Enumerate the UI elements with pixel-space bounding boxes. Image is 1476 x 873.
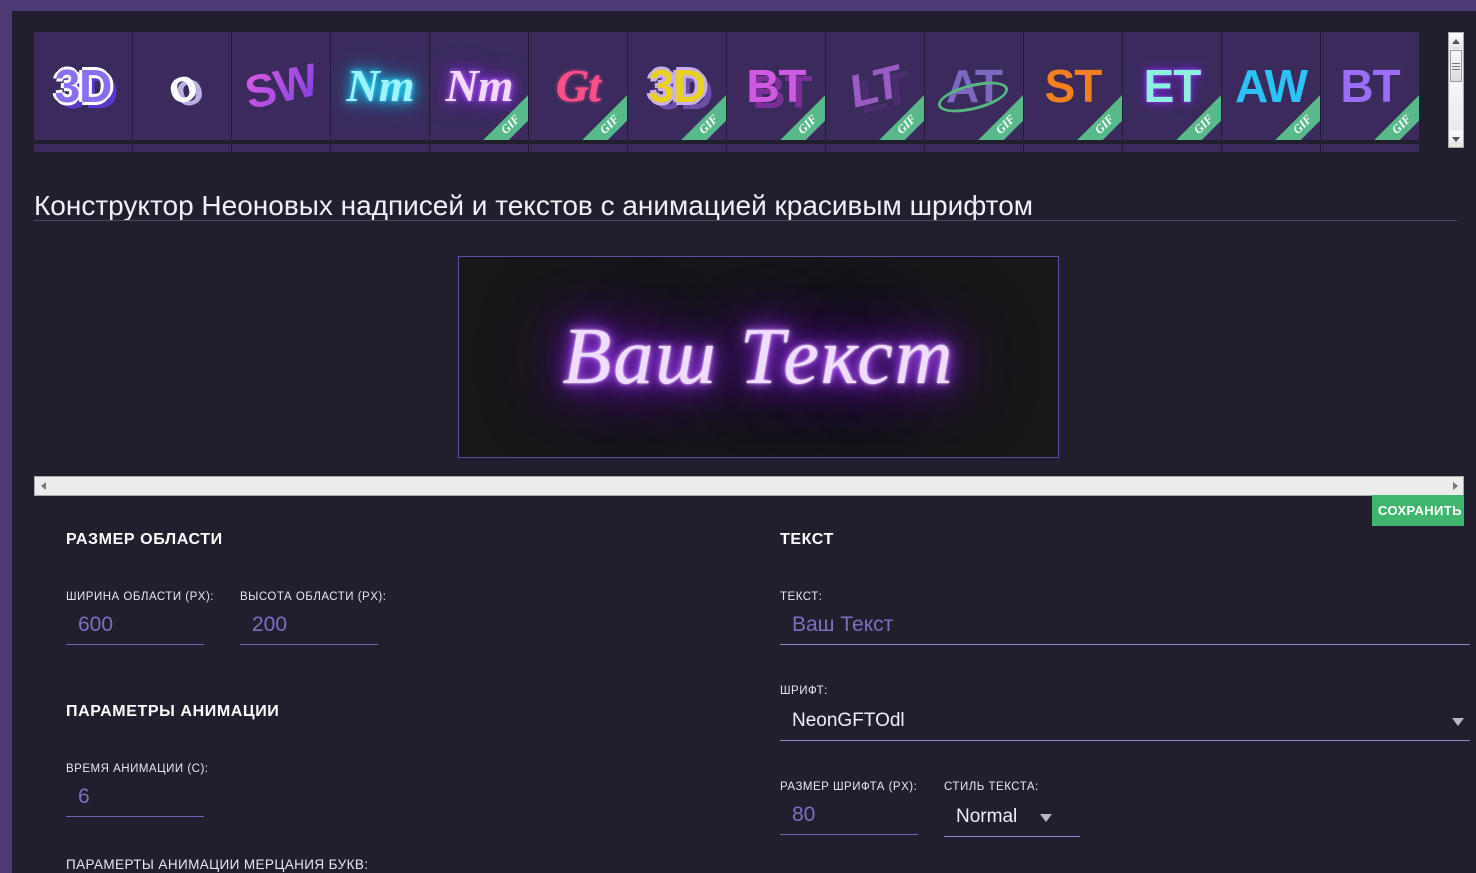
- template-thumbnail[interactable]: [925, 144, 1023, 152]
- triangle-left-icon: [40, 482, 46, 490]
- area-size-heading: РАЗМЕР ОБЛАСТИ: [66, 531, 223, 548]
- template-thumbnail[interactable]: [1123, 144, 1221, 152]
- scrollbar-track[interactable]: [1450, 83, 1462, 130]
- area-height-input[interactable]: [239, 613, 378, 645]
- area-height-label: ВЫСОТА ОБЛАСТИ (PX):: [239, 591, 387, 603]
- template-thumbnail[interactable]: [1024, 144, 1122, 152]
- template-thumbnail-glyph: LT: [847, 53, 903, 119]
- template-thumbnail-glyph: AW: [1234, 60, 1308, 112]
- template-thumbnail[interactable]: ET GIF: [1123, 32, 1221, 140]
- font-size-label: РАЗМЕР ШРИФТА (PX):: [780, 781, 918, 793]
- template-thumbnail[interactable]: 3D: [34, 32, 132, 140]
- grip-icon: [1452, 61, 1460, 72]
- area-width-input[interactable]: [66, 613, 204, 645]
- animation-duration-input[interactable]: [66, 785, 204, 817]
- template-thumbnail-glyph: BT: [746, 60, 806, 112]
- scrollbar-thumb[interactable]: [1450, 50, 1462, 82]
- template-thumbnail[interactable]: AT GIF: [925, 32, 1023, 140]
- animation-duration-label: ВРЕМЯ АНИМАЦИИ (С):: [66, 763, 209, 775]
- template-thumbnail-glyph: 3D: [54, 60, 113, 112]
- animation-heading: ПАРАМЕТРЫ АНИМАЦИИ: [66, 703, 280, 720]
- template-thumbnail[interactable]: [727, 144, 825, 152]
- template-thumbnail[interactable]: 3D GIF: [628, 32, 726, 140]
- template-thumbnail[interactable]: ST GIF: [1024, 32, 1122, 140]
- text-value-input[interactable]: [780, 613, 1470, 645]
- scroll-right-arrow-icon[interactable]: [1447, 477, 1463, 495]
- template-thumbnail-glyph: Gt: [556, 60, 601, 111]
- template-thumbnail[interactable]: Gt GIF: [529, 32, 627, 140]
- template-thumbnail[interactable]: [430, 144, 528, 152]
- template-thumbnail[interactable]: [232, 144, 330, 152]
- template-thumbnail[interactable]: BT GIF: [727, 32, 825, 140]
- font-size-input[interactable]: [780, 803, 918, 835]
- triangle-right-icon: [1452, 482, 1458, 490]
- scroll-up-arrow-icon[interactable]: [1449, 33, 1463, 49]
- title-divider: [34, 220, 1457, 221]
- neon-preview-text: Ваш Текст: [562, 312, 955, 401]
- template-thumbnail[interactable]: [826, 144, 924, 152]
- area-width-field: ШИРИНА ОБЛАСТИ (PX):: [66, 591, 214, 645]
- template-thumbnail[interactable]: Nm GIF: [430, 32, 528, 140]
- template-thumbnail[interactable]: LT GIF: [826, 32, 924, 140]
- template-thumbnail-glyph: BT: [1340, 60, 1400, 112]
- template-thumbnail[interactable]: [529, 144, 627, 152]
- font-select-wrap: NeonGFTOdl: [780, 707, 1470, 741]
- scroll-down-arrow-icon[interactable]: [1449, 131, 1463, 147]
- template-thumbnail[interactable]: [628, 144, 726, 152]
- template-thumbnail[interactable]: [331, 144, 429, 152]
- text-value-label: ТЕКСТ:: [780, 591, 823, 603]
- font-select[interactable]: NeonGFTOdl: [780, 707, 1470, 741]
- text-heading: ТЕКСТ: [780, 531, 834, 548]
- text-value-field: ТЕКСТ:: [780, 591, 1470, 645]
- template-thumbnail-glyph: Nm: [445, 60, 514, 111]
- template-thumbnail[interactable]: [133, 144, 231, 152]
- template-thumbnail-glyph: ET: [1143, 60, 1202, 112]
- template-thumbnail[interactable]: o: [133, 32, 231, 140]
- font-size-style-row: РАЗМЕР ШРИФТА (PX): СТИЛЬ ТЕКСТА: Normal: [780, 781, 1470, 837]
- template-thumbnail-glyph: 3D: [648, 60, 707, 112]
- page-title: Конструктор Неоновых надписей и текстов …: [34, 189, 1034, 221]
- template-thumbnail-glyph: ST: [1044, 60, 1103, 112]
- template-gallery: 3D o SW Nm Nm GIF Gt GIF 3D GIF BT GIF LT GIF AT GIF ST G…: [34, 32, 1464, 152]
- template-gallery-viewport[interactable]: 3D o SW Nm Nm GIF Gt GIF 3D GIF BT GIF LT GIF AT GIF ST G…: [34, 32, 1439, 152]
- area-size-row: ШИРИНА ОБЛАСТИ (PX): ВЫСОТА ОБЛАСТИ (PX)…: [66, 591, 756, 645]
- area-width-label: ШИРИНА ОБЛАСТИ (PX):: [66, 591, 214, 603]
- flicker-animation-label: ПАРАМЕРТЫ АНИМАЦИИ МЕРЦАНИЯ БУКВ:: [66, 857, 369, 872]
- font-size-field: РАЗМЕР ШРИФТА (PX):: [780, 781, 918, 837]
- area-height-field: ВЫСОТА ОБЛАСТИ (PX):: [239, 591, 387, 645]
- neon-preview-canvas[interactable]: Ваш Текст: [458, 256, 1059, 458]
- left-settings-column: РАЗМЕР ОБЛАСТИ ШИРИНА ОБЛАСТИ (PX): ВЫСО…: [66, 531, 756, 872]
- template-thumbnail[interactable]: AW GIF: [1222, 32, 1320, 140]
- text-style-select[interactable]: Normal: [944, 803, 1080, 837]
- animation-duration-field: ВРЕМЯ АНИМАЦИИ (С):: [66, 763, 756, 817]
- content-sheet: 3D o SW Nm Nm GIF Gt GIF 3D GIF BT GIF LT GIF AT GIF ST G…: [12, 11, 1476, 873]
- template-thumbnail[interactable]: SW: [232, 32, 330, 140]
- preview-horizontal-scrollbar[interactable]: [34, 476, 1464, 496]
- scroll-left-arrow-icon[interactable]: [35, 477, 51, 495]
- template-thumbnail[interactable]: [1222, 144, 1320, 152]
- triangle-up-icon: [1452, 38, 1460, 44]
- font-field: ШРИФТ: NeonGFTOdl: [780, 685, 1470, 741]
- text-style-label: СТИЛЬ ТЕКСТА:: [944, 781, 1039, 793]
- template-thumbnail-glyph: SW: [240, 53, 322, 119]
- template-thumbnail[interactable]: [1321, 144, 1419, 152]
- triangle-down-icon: [1452, 136, 1460, 142]
- template-thumbnail-grid: 3D o SW Nm Nm GIF Gt GIF 3D GIF BT GIF LT GIF AT GIF ST G…: [34, 32, 1439, 152]
- right-settings-column: ТЕКСТ ТЕКСТ: ШРИФТ: NeonGFTOdl РАЗМЕР ШР…: [780, 531, 1470, 837]
- template-thumbnail[interactable]: [34, 144, 132, 152]
- text-style-select-wrap: Normal: [944, 803, 1080, 837]
- gallery-vertical-scrollbar[interactable]: [1448, 32, 1464, 148]
- template-thumbnail-glyph: Nm: [346, 60, 415, 111]
- font-label: ШРИФТ:: [780, 685, 828, 697]
- app-root: 3D o SW Nm Nm GIF Gt GIF 3D GIF BT GIF LT GIF AT GIF ST G…: [0, 0, 1476, 873]
- template-thumbnail[interactable]: BT GIF: [1321, 32, 1419, 140]
- template-thumbnail-glyph: o: [161, 57, 203, 115]
- save-button[interactable]: СОХРАНИТЬ: [1372, 495, 1464, 526]
- text-style-field: СТИЛЬ ТЕКСТА: Normal: [944, 781, 1080, 837]
- template-thumbnail[interactable]: Nm: [331, 32, 429, 140]
